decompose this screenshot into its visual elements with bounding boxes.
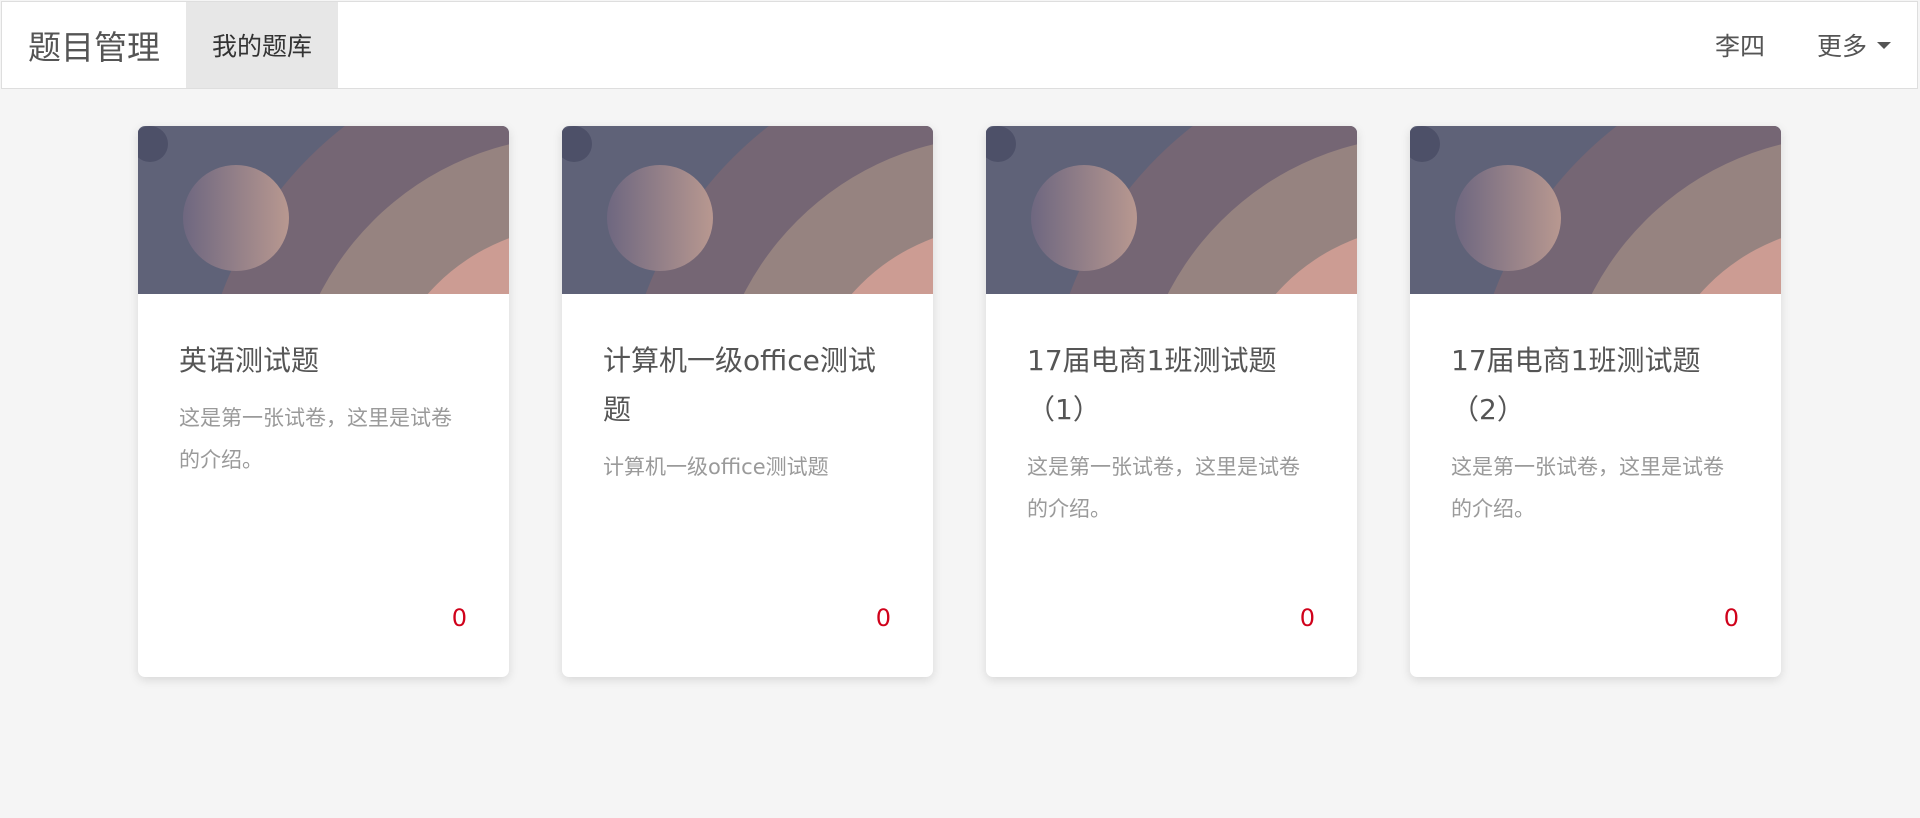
card-banner-image	[138, 126, 509, 294]
card-banner-image	[986, 126, 1357, 294]
card-description: 这是第一张试卷，这里是试卷的介绍。	[179, 406, 452, 472]
more-dropdown-label: 更多	[1816, 32, 1867, 61]
card-banner-image	[562, 126, 933, 294]
navbar-spacer	[338, 2, 1689, 88]
card-description: 计算机一级office测试题	[603, 455, 829, 479]
card-body: 17届电商1班测试题（1） 这是第一张试卷，这里是试卷的介绍。	[986, 294, 1357, 530]
question-bank-list: 英语测试题 这是第一张试卷，这里是试卷的介绍。 0 计算机一级office测试题…	[138, 126, 1781, 677]
question-bank-card[interactable]: 英语测试题 这是第一张试卷，这里是试卷的介绍。 0	[138, 126, 509, 677]
card-description: 这是第一张试卷，这里是试卷的介绍。	[1451, 455, 1724, 521]
question-bank-card[interactable]: 计算机一级office测试题 计算机一级office测试题 0	[562, 126, 933, 677]
card-title: 17届电商1班测试题（2）	[1451, 344, 1701, 426]
card-title: 英语测试题	[179, 344, 320, 377]
brand-title[interactable]: 题目管理	[2, 2, 186, 88]
card-banner-image	[1410, 126, 1781, 294]
tab-my-question-bank[interactable]: 我的题库	[186, 2, 339, 88]
card-body: 17届电商1班测试题（2） 这是第一张试卷，这里是试卷的介绍。	[1410, 294, 1781, 530]
card-description: 这是第一张试卷，这里是试卷的介绍。	[1027, 455, 1300, 521]
user-name-link[interactable]: 李四	[1689, 2, 1791, 88]
question-count: 0	[875, 604, 891, 632]
more-dropdown[interactable]: 更多	[1791, 2, 1917, 88]
card-body: 计算机一级office测试题 计算机一级office测试题	[562, 294, 933, 488]
question-bank-card[interactable]: 17届电商1班测试题（1） 这是第一张试卷，这里是试卷的介绍。 0	[986, 126, 1357, 677]
question-count: 0	[1299, 604, 1315, 632]
card-title: 17届电商1班测试题（1）	[1027, 344, 1277, 426]
card-body: 英语测试题 这是第一张试卷，这里是试卷的介绍。	[138, 294, 509, 481]
question-count: 0	[451, 604, 467, 632]
question-count: 0	[1723, 604, 1739, 632]
top-navbar: 题目管理 我的题库 李四 更多	[1, 1, 1918, 89]
card-title: 计算机一级office测试题	[603, 344, 876, 426]
question-bank-card[interactable]: 17届电商1班测试题（2） 这是第一张试卷，这里是试卷的介绍。 0	[1410, 126, 1781, 677]
caret-down-icon	[1877, 41, 1891, 49]
